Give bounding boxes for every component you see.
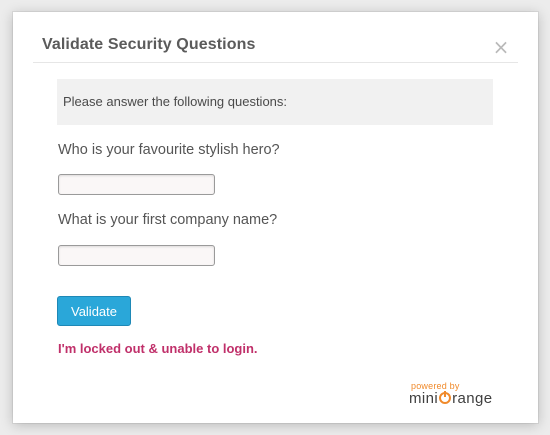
miniorange-logo-icon: mini range (409, 390, 492, 408)
instruction-banner: Please answer the following questions: (57, 79, 493, 125)
locked-out-link[interactable]: I'm locked out & unable to login. (58, 341, 258, 356)
brand-suffix: range (452, 390, 493, 407)
security-questions-dialog: Validate Security Questions × Please ans… (13, 12, 538, 423)
brand-prefix: mini (409, 390, 439, 407)
close-icon[interactable]: × (491, 36, 511, 58)
dialog-title: Validate Security Questions (42, 36, 256, 53)
answer-1-input[interactable] (58, 174, 215, 195)
answer-2-input[interactable] (58, 245, 215, 266)
validate-button[interactable]: Validate (57, 296, 131, 326)
question-1-label: Who is your favourite stylish hero? (58, 142, 280, 158)
question-2-label: What is your first company name? (58, 212, 278, 228)
brand-o-mark-icon (439, 391, 452, 404)
header-divider (33, 62, 518, 63)
